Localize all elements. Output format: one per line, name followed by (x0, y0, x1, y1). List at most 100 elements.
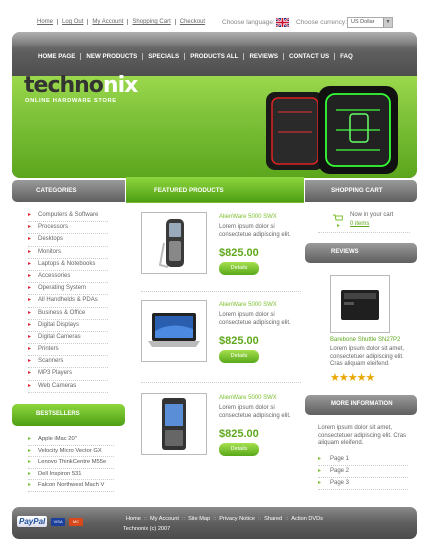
bestseller-item[interactable]: ▸ Lenovo ThinkCentre M55e (28, 457, 114, 469)
bestseller-item[interactable]: ▸ Falcon Northwest Mach V (28, 480, 114, 492)
currency-label: Choose currency: (296, 19, 347, 26)
shuttle-pc-icon (341, 290, 379, 320)
review-image[interactable] (330, 275, 390, 333)
reviews-header: REVIEWS (305, 243, 417, 263)
more-info-desc: Lorem ipsum dolor sit amet, consectetuer… (318, 425, 407, 446)
page-link[interactable]: ▸ Page 2 (318, 466, 408, 478)
category-item[interactable]: ▸ Digital Displays (28, 320, 108, 332)
bullet-icon: ▸ (28, 297, 32, 304)
product-card: AlienWare 5000 SWX Lorem ipsum dolor si … (141, 212, 301, 284)
category-item[interactable]: ▸ Web Cameras (28, 381, 108, 393)
bullet-icon: ▸ (28, 212, 32, 218)
product-price: $825.00 (219, 428, 259, 440)
currency-value: US Dollar (351, 19, 375, 25)
uk-flag-icon[interactable] (276, 18, 289, 27)
nav-products-all[interactable]: PRODUCTS ALL (184, 53, 243, 60)
product-desc: Lorem ipsum dolor si consectetue adipisc… (219, 224, 291, 238)
review-product-name[interactable]: Barebone Shuttle SN27P2 (330, 337, 400, 343)
bestseller-item[interactable]: ▸ Velocity Micro Vector GX (28, 446, 114, 457)
paypal-logo: PayPal (17, 516, 48, 527)
category-item[interactable]: ▸ Desktops (28, 234, 108, 247)
footer-link-shared[interactable]: Shared (261, 516, 285, 522)
logo-slogan: ONLINE HARDWARE STORE (25, 98, 117, 104)
page-link[interactable]: ▸ Page 3 (318, 478, 408, 490)
category-item[interactable]: ▸ Processors (28, 222, 108, 235)
bullet-icon: ▸ (28, 470, 32, 477)
details-button[interactable]: Details (219, 262, 259, 275)
product-image[interactable] (141, 393, 207, 455)
main-nav-bar: HOME PAGE NEW PRODUCTS SPECIALS PRODUCTS… (12, 32, 417, 76)
category-item[interactable]: ▸ Printers (28, 344, 108, 357)
category-item[interactable]: ▸ Accessories (28, 271, 108, 284)
category-item[interactable]: ▸ All Handhelds & PDAs (28, 295, 108, 308)
logo[interactable]: technonix (24, 73, 138, 98)
product-name[interactable]: AlienWare 5000 SWX (219, 395, 277, 401)
mastercard-icon: MC (68, 518, 83, 527)
product-name[interactable]: AlienWare 5000 SWX (219, 302, 277, 308)
product-image[interactable] (141, 300, 207, 362)
product-card: AlienWare 5000 SWX Lorem ipsum dolor si … (141, 300, 301, 372)
bullet-icon: ▸ (28, 358, 32, 365)
category-item[interactable]: ▸ Computers & Software (28, 210, 108, 223)
details-button[interactable]: Details (219, 443, 259, 456)
pages-list: ▸ Page 1 ▸ Page 2 ▸ Page 3 (318, 454, 408, 490)
top-link-cart[interactable]: Shopping Cart (127, 19, 174, 25)
bullet-icon: ▸ (318, 456, 322, 462)
bestseller-item[interactable]: ▸ Dell Inspiron 531 (28, 469, 114, 480)
product-price: $825.00 (219, 247, 259, 259)
star-rating-icon: ★★★★★ (330, 372, 375, 384)
footer-link-privacy[interactable]: Privacy Notice (216, 516, 258, 522)
product-name[interactable]: AlienWare 5000 SWX (219, 214, 277, 220)
featured-header: FEATURED PRODUCTS (126, 177, 304, 202)
footer-link-home[interactable]: Home (123, 516, 144, 522)
bullet-icon: ▸ (28, 482, 32, 488)
category-item[interactable]: ▸ Operating System (28, 283, 108, 296)
bestsellers-list: ▸ Apple iMac 20" ▸ Velocity Micro Vector G… (28, 434, 114, 492)
nav-faq[interactable]: FAQ (334, 53, 358, 60)
footer-link-dvds[interactable]: Action DVDs (288, 516, 326, 522)
category-item[interactable]: ▸ Laptops & Notebooks (28, 259, 108, 271)
bestseller-item[interactable]: ▸ Apple iMac 20" (28, 434, 114, 446)
product-image[interactable] (141, 212, 207, 274)
nav-reviews[interactable]: REVIEWS (243, 53, 283, 60)
bullet-icon: ▸ (28, 370, 32, 377)
bullet-icon: ▸ (28, 321, 32, 328)
bullet-icon: ▸ (28, 260, 32, 267)
bullet-icon: ▸ (318, 468, 322, 474)
payment-logos: PayPal VISA MC (17, 516, 83, 527)
category-item[interactable]: ▸ MP3 Players (28, 368, 108, 381)
cart-status: Now in your cart (350, 212, 394, 218)
cart-header: SHOPPING CART (305, 180, 417, 202)
bullet-icon: ▸ (28, 236, 32, 243)
visa-card-icon: VISA (51, 518, 66, 527)
currency-select[interactable]: US Dollar ▼ (347, 17, 393, 28)
top-links: Home Log Out My Account Shopping Cart Ch… (37, 19, 209, 25)
pda-icon (162, 398, 186, 450)
cart-items-link[interactable]: 0 items (350, 221, 369, 227)
footer-link-sitemap[interactable]: Site Map (185, 516, 213, 522)
bullet-icon: ▸ (28, 309, 32, 316)
category-item[interactable]: ▸ Scanners (28, 356, 108, 369)
chevron-down-icon: ▼ (383, 18, 392, 27)
cart-icon (333, 214, 343, 221)
details-button[interactable]: Details (219, 350, 259, 363)
phone-icon (158, 219, 184, 268)
top-link-home[interactable]: Home (37, 19, 57, 25)
category-item[interactable]: ▸ Digital Cameras (28, 332, 108, 345)
bullet-icon: ▸ (28, 459, 32, 465)
page-link[interactable]: ▸ Page 1 (318, 454, 408, 466)
top-link-logout[interactable]: Log Out (57, 19, 87, 25)
nav-new-products[interactable]: NEW PRODUCTS (80, 53, 142, 60)
bullet-icon: ▸ (28, 224, 32, 231)
footer-links: Home:: My Account:: Site Map:: Privacy N… (123, 516, 326, 522)
bullet-icon: ▸ (28, 436, 32, 442)
category-item[interactable]: ▸ Monitors (28, 247, 108, 259)
top-link-account[interactable]: My Account (87, 19, 127, 25)
categories-header: CATEGORIES (12, 180, 125, 202)
nav-specials[interactable]: SPECIALS (142, 53, 184, 60)
nav-contact[interactable]: CONTACT US (282, 53, 334, 60)
nav-home[interactable]: HOME PAGE (38, 53, 80, 60)
footer-link-account[interactable]: My Account (147, 516, 182, 522)
category-item[interactable]: ▸ Business & Office (28, 308, 108, 320)
top-link-checkout[interactable]: Checkout (174, 19, 209, 25)
